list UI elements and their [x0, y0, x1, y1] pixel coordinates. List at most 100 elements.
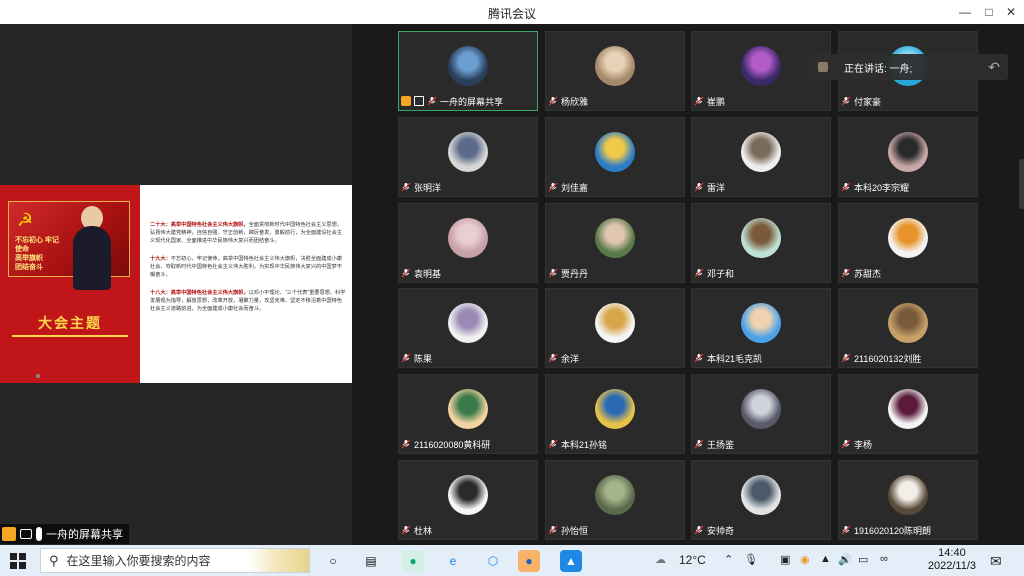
- avatar: [448, 132, 488, 172]
- participant-label: 一舟的屏幕共享: [401, 94, 503, 108]
- participant-label: 杨欣雅: [548, 94, 588, 108]
- participant-label: 本科21孙铭: [548, 437, 607, 451]
- title-bar: 腾讯会议 — □ ✕: [0, 0, 1024, 24]
- participant-tile[interactable]: 1916020120陈明朗: [838, 460, 978, 540]
- participant-tile[interactable]: 2116020132刘胜: [838, 288, 978, 368]
- battery-icon[interactable]: ▭: [858, 553, 868, 566]
- participant-tile[interactable]: 袁明基: [398, 203, 538, 283]
- avatar: [448, 46, 488, 86]
- avatar: [741, 475, 781, 515]
- participant-label: 张明洋: [401, 180, 441, 194]
- minimize-button[interactable]: —: [956, 3, 974, 21]
- tencent-meeting-taskbar-icon[interactable]: ●: [518, 550, 540, 572]
- participant-tile[interactable]: 李杨: [838, 374, 978, 454]
- meeting-app-icon[interactable]: ▲: [560, 550, 582, 572]
- volume-icon[interactable]: 🔊: [838, 553, 852, 566]
- tray-mic-icon[interactable]: 🎙: [744, 553, 758, 566]
- participant-tile[interactable]: 苏甜杰: [838, 203, 978, 283]
- avatar: [741, 218, 781, 258]
- mic-muted-icon: [841, 96, 851, 106]
- participant-name: 李杨: [854, 439, 873, 450]
- ie-icon[interactable]: e: [442, 550, 464, 572]
- participant-name: 本科20李宗耀: [854, 182, 910, 193]
- avatar: [595, 475, 635, 515]
- avatar: [448, 218, 488, 258]
- participant-tile[interactable]: 杨欣雅: [545, 31, 685, 111]
- mic-muted-icon: [401, 439, 411, 449]
- participant-name: 余洋: [561, 353, 580, 364]
- participant-tile[interactable]: 贾丹丹: [545, 203, 685, 283]
- participant-tile[interactable]: 本科20李宗耀: [838, 117, 978, 197]
- notification-icon[interactable]: ✉: [990, 553, 1002, 570]
- participant-name: 张明洋: [414, 182, 442, 193]
- avatar: [448, 389, 488, 429]
- windows-start-icon[interactable]: [10, 553, 26, 569]
- participant-tile[interactable]: 张明洋: [398, 117, 538, 197]
- avatar: [595, 46, 635, 86]
- avatar: [741, 303, 781, 343]
- participant-tile[interactable]: 刘佳嘉: [545, 117, 685, 197]
- user-icon: [2, 527, 16, 541]
- participant-label: 1916020120陈明朗: [841, 523, 931, 537]
- participant-tile[interactable]: 本科21孙铭: [545, 374, 685, 454]
- avatar: [888, 218, 928, 258]
- participant-tile[interactable]: 一舟的屏幕共享: [398, 31, 538, 111]
- mic-icon[interactable]: [36, 527, 42, 541]
- mic-muted-icon: [841, 353, 851, 363]
- slide-paragraph: 二十大：高举中国特色社会主义伟大旗帜，全面贯彻新时代中国特色社会主义思想，弘扬伟…: [150, 222, 342, 244]
- mic-muted-icon: [841, 182, 851, 192]
- task-view-icon[interactable]: ○: [322, 550, 344, 572]
- party-emblem-icon: ☭: [17, 210, 34, 230]
- participant-tile[interactable]: 2116020080黄科研: [398, 374, 538, 454]
- screen-share-icon: [414, 96, 424, 106]
- speaking-label: 正在讲话: 一舟;: [844, 63, 913, 75]
- search-icon: ⚲: [49, 552, 59, 568]
- widgets-icon[interactable]: ▤: [360, 550, 382, 572]
- weather-temperature[interactable]: 12°C: [679, 553, 706, 567]
- tray-expand-icon[interactable]: ⌃: [724, 553, 733, 566]
- tray-app-icon[interactable]: ▣: [780, 553, 790, 566]
- participant-tile[interactable]: 本科21毛克凯: [691, 288, 831, 368]
- participant-tile[interactable]: 安帅奇: [691, 460, 831, 540]
- clock-time: 14:40: [938, 547, 966, 559]
- ime-icon[interactable]: ∞: [880, 553, 888, 565]
- maximize-button[interactable]: □: [980, 3, 998, 21]
- avatar: [595, 303, 635, 343]
- shield-app-icon[interactable]: ⬡: [482, 550, 504, 572]
- network-icon[interactable]: ▲: [820, 553, 831, 565]
- participant-tile[interactable]: 余洋: [545, 288, 685, 368]
- undo-icon[interactable]: ↶: [988, 59, 1000, 76]
- mic-muted-icon: [694, 439, 704, 449]
- participant-tile[interactable]: 邓子和: [691, 203, 831, 283]
- window-title: 腾讯会议: [487, 7, 536, 21]
- mic-muted-icon: [548, 96, 558, 106]
- slide-paragraph: 十八大：高举中国特色社会主义伟大旗帜，以邓小平理论、“三个代表”重要思想、科学发…: [150, 290, 346, 312]
- taskbar-clock[interactable]: 14:40 2022/11/3: [928, 547, 976, 573]
- close-button[interactable]: ✕: [1002, 3, 1020, 21]
- participant-label: 雷洋: [694, 180, 725, 194]
- participant-tile[interactable]: 杜林: [398, 460, 538, 540]
- participant-tile[interactable]: 陈果: [398, 288, 538, 368]
- speaker-avatar-icon: [818, 62, 828, 72]
- avatar: [888, 132, 928, 172]
- participant-label: 安帅奇: [694, 523, 734, 537]
- participant-gallery: 一舟的屏幕共享 杨欣雅 崔鹏 付家豪 张明洋 刘佳嘉 雷洋 本科20李宗耀 袁明基 贾丹丹 邓子和 苏…: [352, 24, 1024, 545]
- mic-muted-icon: [548, 353, 558, 363]
- participant-tile[interactable]: 孙怡恒: [545, 460, 685, 540]
- edge-icon[interactable]: ●: [402, 550, 424, 572]
- participant-name: 崔鹏: [707, 96, 726, 107]
- taskbar-search[interactable]: ⚲ 在这里输入你要搜索的内容: [40, 548, 310, 573]
- mic-muted-icon: [694, 268, 704, 278]
- participant-tile[interactable]: 王扬鉴: [691, 374, 831, 454]
- share-status-bar: 一舟的屏幕共享: [0, 524, 129, 544]
- mic-muted-icon: [401, 525, 411, 535]
- participant-tile[interactable]: 雷洋: [691, 117, 831, 197]
- avatar: [741, 389, 781, 429]
- participant-name: 1916020120陈明朗: [854, 525, 932, 536]
- side-panel-handle[interactable]: [1019, 159, 1024, 209]
- avatar: [595, 132, 635, 172]
- participant-name: 刘佳嘉: [561, 182, 589, 193]
- tray-app-icon-2[interactable]: ◉: [800, 553, 810, 566]
- participant-name: 2116020132刘胜: [854, 353, 922, 364]
- avatar: [888, 303, 928, 343]
